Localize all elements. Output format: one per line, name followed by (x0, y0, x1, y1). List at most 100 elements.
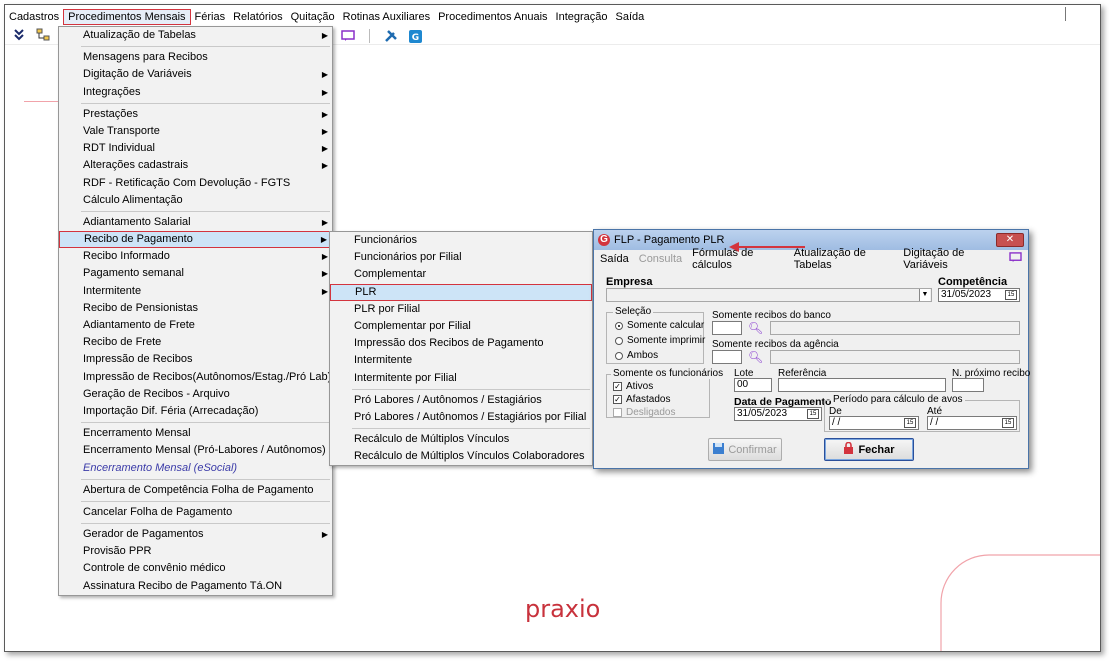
menu-item-atualizacao-de-tabelas[interactable]: Atualização de Tabelas ▶ (59, 27, 332, 44)
lote-field[interactable]: 00 (734, 378, 772, 392)
menu-item-impressao-de-recibos-autonomos-estag-pro-lab[interactable]: Impressão de Recibos(Autônomos/Estag./Pr… (59, 369, 332, 386)
menu-item-funcionarios-por-filial[interactable]: Funcionários por Filial (330, 249, 592, 266)
menu-item-impressao-dos-recibos-de-pagamento[interactable]: Impressão dos Recibos de Pagamento (330, 335, 592, 352)
checkbox-afastados[interactable]: ✓ Afastados (613, 394, 670, 405)
menu-item-intermitente[interactable]: Intermitente ▶ (59, 283, 332, 300)
menu-procedimentos-mensais[interactable]: Procedimentos Mensais (63, 9, 191, 25)
menu-cadastros[interactable]: Cadastros (5, 9, 63, 25)
dialog-menu-digitacao[interactable]: Digitação de Variáveis (903, 247, 999, 271)
fechar-button[interactable]: Fechar (824, 438, 914, 461)
menu-item-recibo-informado[interactable]: Recibo Informado ▶ (59, 248, 332, 265)
menu-procedimentos-anuais[interactable]: Procedimentos Anuais (434, 9, 551, 25)
menu-item-encerramento-mensal-esocial[interactable]: Encerramento Mensal (eSocial) (59, 460, 332, 477)
chevron-down-icon[interactable]: ▼ (919, 289, 930, 301)
menu-item-provisao-ppr[interactable]: Provisão PPR (59, 543, 332, 560)
menu-item-vale-transporte[interactable]: Vale Transporte ▶ (59, 123, 332, 140)
menu-ferias[interactable]: Férias (191, 9, 230, 25)
ate-field[interactable]: / /15 (927, 416, 1017, 430)
menu-item-label: Pró Labores / Autônomos / Estagiários po… (354, 410, 587, 423)
menu-item-intermitente-por-filial[interactable]: Intermitente por Filial (330, 370, 592, 387)
toolbar-right: G (339, 27, 424, 45)
menu-saida[interactable]: Saída (612, 9, 649, 25)
data-pagamento-field[interactable]: 31/05/2023 15 (734, 407, 822, 421)
calendar-icon[interactable]: 15 (1002, 418, 1014, 428)
proximo-recibo-field[interactable] (952, 378, 984, 392)
chat-icon[interactable] (339, 27, 357, 45)
menu-item-geracao-de-recibos-arquivo[interactable]: Geração de Recibos - Arquivo (59, 386, 332, 403)
radio-somente-imprimir[interactable]: Somente imprimir (615, 335, 705, 346)
menu-item-pro-labores-autonomos-estagiarios-por-filial[interactable]: Pró Labores / Autônomos / Estagiários po… (330, 409, 592, 426)
competencia-field[interactable]: 31/05/2023 15 (938, 288, 1020, 302)
search-icon[interactable]: 🔍︎ (748, 350, 763, 364)
menu-item-recibo-de-frete[interactable]: Recibo de Frete (59, 334, 332, 351)
checkbox-ativos[interactable]: ✓ Ativos (613, 381, 653, 392)
menu-item-complementar[interactable]: Complementar (330, 266, 592, 283)
menu-item-label: Recálculo de Múltiplos Vínculos (354, 433, 510, 446)
refresh-icon[interactable]: G (406, 27, 424, 45)
empresa-select[interactable]: ▼ (606, 288, 932, 302)
menu-item-recibo-de-pagamento[interactable]: Recibo de Pagamento ▶ (59, 231, 332, 249)
menu-relatorios[interactable]: Relatórios (229, 9, 287, 25)
menu-item-intermitente[interactable]: Intermitente (330, 352, 592, 369)
calendar-icon[interactable]: 15 (904, 418, 916, 428)
menu-item-encerramento-mensal-pro-labores-autonomos[interactable]: Encerramento Mensal (Pró-Labores / Autôn… (59, 442, 332, 459)
empresa-label: Empresa (606, 276, 653, 288)
search-icon[interactable]: 🔍︎ (748, 321, 763, 335)
tools-icon[interactable] (382, 27, 400, 45)
menu-rotinas-auxiliares[interactable]: Rotinas Auxiliares (339, 9, 434, 25)
menu-item-impressao-de-recibos[interactable]: Impressão de Recibos (59, 351, 332, 368)
submenu-arrow-icon: ▶ (321, 87, 328, 97)
submenu-arrow-icon: ▶ (321, 252, 328, 262)
menu-item-plr[interactable]: PLR (330, 283, 592, 301)
menu-item-integracoes[interactable]: Integrações ▶ (59, 84, 332, 101)
menu-item-label: Assinatura Recibo de Pagamento Tá.ON (83, 579, 283, 592)
menu-item-plr-por-filial[interactable]: PLR por Filial (330, 301, 592, 318)
banco-code-field[interactable] (712, 321, 742, 335)
radio-ambos[interactable]: Ambos (615, 350, 658, 361)
menu-item-controle-de-convenio-medico[interactable]: Controle de convênio médico (59, 560, 332, 577)
de-field[interactable]: / /15 (829, 416, 919, 430)
close-button[interactable]: ✕ (996, 233, 1024, 247)
arrow-down-icon[interactable] (10, 26, 28, 44)
menu-quitacao[interactable]: Quitação (287, 9, 339, 25)
menu-item-importacao-dif-feria-arrecadacao[interactable]: Importação Dif. Féria (Arrecadação) (59, 403, 332, 420)
chat-icon[interactable] (1009, 252, 1022, 266)
menu-item-rdt-individual[interactable]: RDT Individual ▶ (59, 140, 332, 157)
menu-item-rdf-retificacao-com-devolucao-fgts[interactable]: RDF - Retificação Com Devolução - FGTS (59, 175, 332, 192)
menu-item-recalculo-de-multiplos-vinculos[interactable]: Recálculo de Múltiplos Vínculos (330, 431, 592, 448)
menu-item-adiantamento-salarial[interactable]: Adiantamento Salarial ▶ (59, 214, 332, 231)
menu-item-adiantamento-de-frete[interactable]: Adiantamento de Frete (59, 317, 332, 334)
submenu-arrow-icon: ▶ (321, 161, 328, 171)
dialog-menu-atualizacao[interactable]: Atualização de Tabelas (794, 247, 894, 271)
menu-item-assinatura-recibo-de-pagamento-ta-on[interactable]: Assinatura Recibo de Pagamento Tá.ON (59, 578, 332, 595)
menu-item-gerador-de-pagamentos[interactable]: Gerador de Pagamentos ▶ (59, 526, 332, 543)
banco-name-field (770, 321, 1020, 335)
menu-item-alteracoes-cadastrais[interactable]: Alterações cadastrais ▶ (59, 157, 332, 174)
menu-item-pagamento-semanal[interactable]: Pagamento semanal ▶ (59, 265, 332, 282)
menu-item-complementar-por-filial[interactable]: Complementar por Filial (330, 318, 592, 335)
menu-item-digitacao-de-variaveis[interactable]: Digitação de Variáveis ▶ (59, 66, 332, 83)
menu-item-label: Abertura de Competência Folha de Pagamen… (83, 483, 314, 496)
menu-item-mensagens-para-recibos[interactable]: Mensagens para Recibos (59, 49, 332, 66)
menu-item-funcionarios[interactable]: Funcionários (330, 232, 592, 249)
calendar-icon[interactable]: 15 (807, 409, 819, 419)
menu-integracao[interactable]: Integração (552, 9, 612, 25)
menu-item-pro-labores-autonomos-estagiarios[interactable]: Pró Labores / Autônomos / Estagiários (330, 392, 592, 409)
calendar-icon[interactable]: 15 (1005, 290, 1017, 300)
referencia-field[interactable] (778, 378, 946, 392)
dialog-menu-saida[interactable]: Saída (600, 253, 629, 265)
agencia-code-field[interactable] (712, 350, 742, 364)
annotation-arrow (729, 242, 805, 252)
menu-item-encerramento-mensal[interactable]: Encerramento Mensal (59, 425, 332, 442)
radio-somente-calcular[interactable]: Somente calcular (615, 320, 704, 331)
menu-separator (81, 500, 330, 502)
menu-item-recibo-de-pensionistas[interactable]: Recibo de Pensionistas (59, 300, 332, 317)
menu-item-calculo-alimentacao[interactable]: Cálculo Alimentação (59, 192, 332, 209)
menubar-divider (1065, 7, 1066, 21)
menu-item-abertura-de-competencia-folha-de-pagamento[interactable]: Abertura de Competência Folha de Pagamen… (59, 482, 332, 499)
menu-item-recalculo-de-multiplos-vinculos-colaboradores[interactable]: Recálculo de Múltiplos Vínculos Colabora… (330, 448, 592, 465)
menu-item-prestacoes[interactable]: Prestações ▶ (59, 106, 332, 123)
menu-item-cancelar-folha-de-pagamento[interactable]: Cancelar Folha de Pagamento (59, 504, 332, 521)
network-icon[interactable] (34, 26, 52, 44)
submenu-arrow-icon: ▶ (321, 126, 328, 136)
